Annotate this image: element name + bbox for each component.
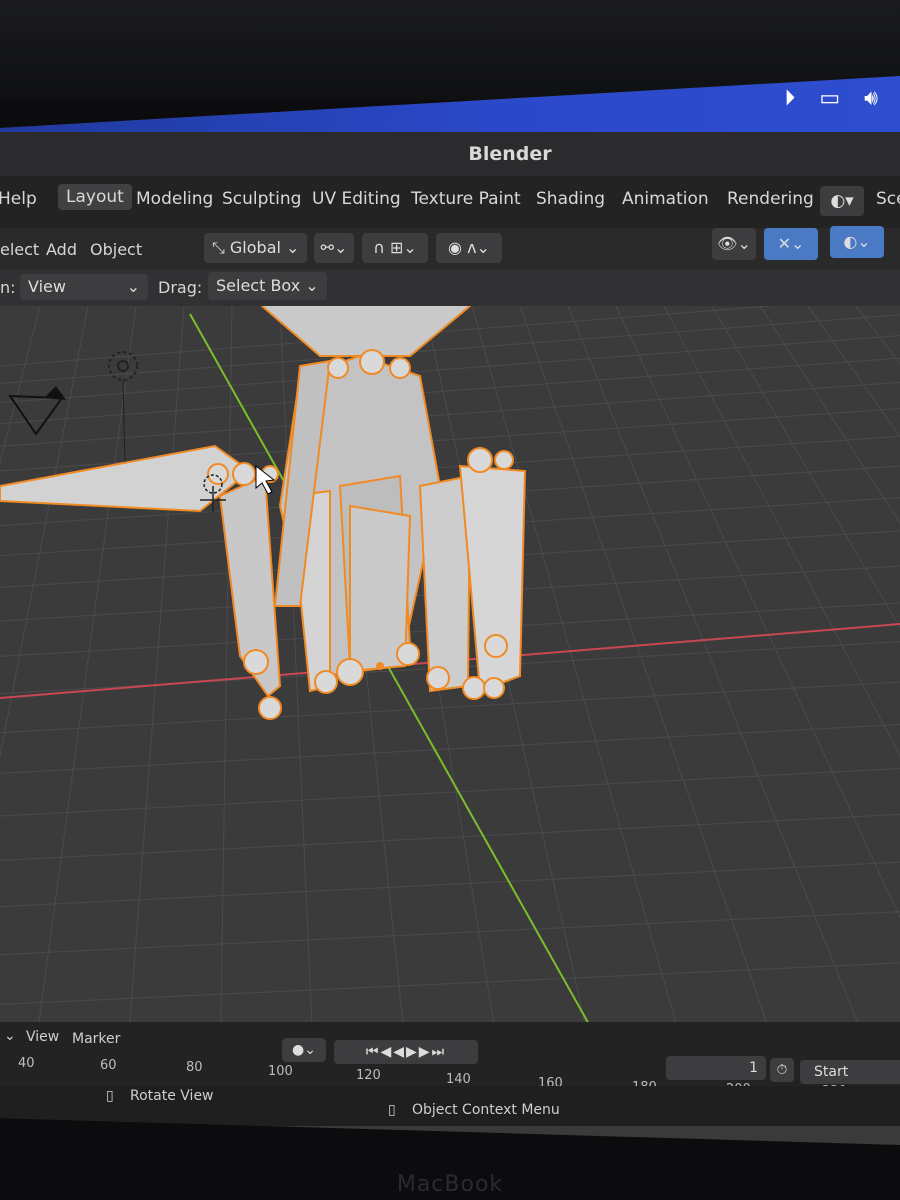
menu-add[interactable]: Add bbox=[46, 240, 77, 259]
orientation-label: n: bbox=[0, 278, 16, 297]
window-title: Blender bbox=[468, 143, 552, 165]
timeline: ⌄ View Marker ●⌄ ⏮◀◀▶▶⏭ 1 ⏱ Start 1 40 6… bbox=[0, 1022, 900, 1099]
armature-model[interactable] bbox=[0, 306, 527, 698]
origin-point bbox=[376, 662, 384, 670]
menu-select[interactable]: elect bbox=[0, 240, 39, 259]
tab-animation[interactable]: Animation bbox=[622, 189, 709, 209]
mouse-icon: ▯ bbox=[106, 1088, 114, 1104]
chevron-down-icon: ⌄ bbox=[305, 276, 319, 295]
menu-object[interactable]: Object bbox=[90, 240, 142, 259]
chevron-down-icon: ⌄ bbox=[286, 238, 300, 257]
frame-tick: 60 bbox=[100, 1058, 117, 1073]
transform-icon: ⤡ bbox=[212, 238, 225, 257]
3d-viewport[interactable] bbox=[0, 306, 900, 1026]
transform-orientation-dropdown[interactable]: ⤡ Global ⌄ bbox=[204, 233, 308, 263]
start-frame-field[interactable]: Start 1 bbox=[800, 1060, 900, 1084]
playback-icon[interactable]: ⏮◀◀▶▶⏭ bbox=[334, 1040, 478, 1064]
status-bar: ▯ Rotate View ▯ Object Context Menu bbox=[0, 1086, 900, 1126]
window-titlebar: Blender bbox=[0, 132, 900, 176]
tab-texture-paint[interactable]: Texture Paint bbox=[411, 189, 521, 209]
transform-orientation-value: Global bbox=[229, 238, 281, 257]
tab-sculpting[interactable]: Sculpting bbox=[222, 189, 301, 209]
timeline-menu-view[interactable]: View bbox=[26, 1029, 59, 1045]
workspace-tabs: Help Layout Modeling Sculpting UV Editin… bbox=[0, 176, 900, 228]
frame-tick: 140 bbox=[446, 1072, 471, 1087]
tab-layout[interactable]: Layout bbox=[58, 184, 132, 210]
pivot-point-icon[interactable]: ⚯⌄ bbox=[314, 233, 354, 263]
orientation-dropdown[interactable]: View ⌄ bbox=[20, 274, 148, 300]
current-frame-value: 1 bbox=[749, 1060, 758, 1076]
viewport-header: elect Add Object ⤡ Global ⌄ ⚯⌄ ∩ ⊞⌄ ◉ ʌ⌄… bbox=[0, 226, 900, 270]
orientation-value: View bbox=[28, 277, 66, 296]
drag-dropdown[interactable]: Select Box ⌄ bbox=[208, 272, 327, 300]
frame-tick: 80 bbox=[186, 1060, 203, 1075]
proportional-icon[interactable]: ◉ ʌ⌄ bbox=[436, 233, 502, 263]
current-frame-field[interactable]: 1 bbox=[666, 1056, 766, 1080]
tool-settings-bar: n: View ⌄ Drag: Select Box ⌄ bbox=[0, 270, 900, 306]
screen: ⏵ ▭ 🔊︎ Blender Help Layout Modeling Scul… bbox=[0, 76, 900, 1145]
frame-tick: 40 bbox=[18, 1056, 35, 1071]
macos-status-icons: ⏵ ▭ 🔊︎ bbox=[784, 86, 878, 111]
hint-context-menu: Object Context Menu bbox=[412, 1102, 560, 1118]
frame-tick: 120 bbox=[356, 1068, 381, 1083]
start-label: Start bbox=[814, 1064, 849, 1080]
menu-help[interactable]: Help bbox=[0, 189, 37, 209]
shading-icon[interactable]: ◐⌄ bbox=[830, 226, 884, 258]
timeline-menu-marker[interactable]: Marker bbox=[72, 1031, 120, 1047]
gizmo-icon[interactable]: ✕⌄ bbox=[764, 228, 818, 260]
stopwatch-icon[interactable]: ⏱ bbox=[770, 1058, 794, 1082]
frame-tick: 100 bbox=[268, 1064, 293, 1079]
drag-value: Select Box bbox=[216, 276, 301, 295]
chevron-down-icon: ⌄ bbox=[126, 277, 140, 296]
battery-icon[interactable]: ▭ bbox=[819, 86, 840, 111]
tab-shading[interactable]: Shading bbox=[536, 189, 605, 209]
tab-rendering[interactable]: Rendering bbox=[727, 189, 814, 209]
viewport-scene[interactable] bbox=[0, 306, 900, 1026]
chevron-down-icon[interactable]: ⌄ bbox=[4, 1028, 16, 1044]
hint-rotate-view: Rotate View bbox=[130, 1088, 214, 1104]
camera-icon[interactable] bbox=[8, 386, 66, 436]
visibility-icon[interactable]: 👁︎⌄ bbox=[712, 228, 756, 260]
tab-uv-editing[interactable]: UV Editing bbox=[312, 189, 401, 209]
drag-label: Drag: bbox=[158, 278, 203, 297]
macbook-label: MacBook bbox=[396, 1172, 504, 1197]
play-circle-icon[interactable]: ⏵ bbox=[784, 86, 795, 111]
scene-selector[interactable]: Sce bbox=[876, 189, 900, 209]
scene-icon[interactable]: ◐▾ bbox=[820, 186, 864, 216]
volume-icon[interactable]: 🔊︎ bbox=[864, 86, 878, 111]
snap-icon[interactable]: ∩ ⊞⌄ bbox=[362, 233, 428, 263]
mouse-icon: ▯ bbox=[388, 1102, 396, 1118]
tab-modeling[interactable]: Modeling bbox=[136, 189, 213, 209]
record-icon[interactable]: ●⌄ bbox=[282, 1038, 326, 1062]
